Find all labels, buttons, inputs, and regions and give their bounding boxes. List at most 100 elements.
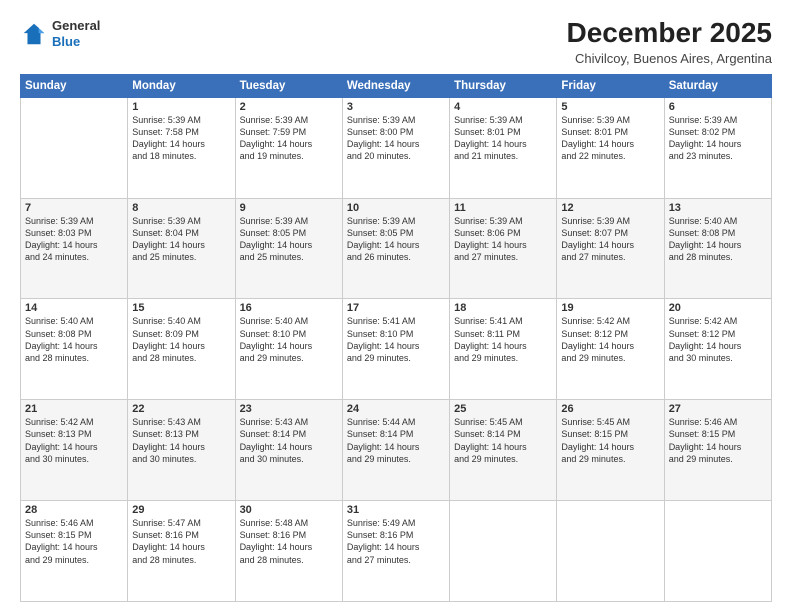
table-row: 18Sunrise: 5:41 AM Sunset: 8:11 PM Dayli… bbox=[450, 299, 557, 400]
logo: General Blue bbox=[20, 18, 100, 49]
col-sunday: Sunday bbox=[21, 74, 128, 97]
day-number: 20 bbox=[669, 302, 767, 314]
table-row: 8Sunrise: 5:39 AM Sunset: 8:04 PM Daylig… bbox=[128, 198, 235, 299]
day-number: 28 bbox=[25, 504, 123, 516]
table-row: 26Sunrise: 5:45 AM Sunset: 8:15 PM Dayli… bbox=[557, 400, 664, 501]
day-info: Sunrise: 5:40 AM Sunset: 8:10 PM Dayligh… bbox=[240, 315, 338, 364]
table-row: 20Sunrise: 5:42 AM Sunset: 8:12 PM Dayli… bbox=[664, 299, 771, 400]
calendar-week-row: 1Sunrise: 5:39 AM Sunset: 7:58 PM Daylig… bbox=[21, 97, 772, 198]
table-row: 6Sunrise: 5:39 AM Sunset: 8:02 PM Daylig… bbox=[664, 97, 771, 198]
table-row: 15Sunrise: 5:40 AM Sunset: 8:09 PM Dayli… bbox=[128, 299, 235, 400]
table-row: 23Sunrise: 5:43 AM Sunset: 8:14 PM Dayli… bbox=[235, 400, 342, 501]
day-info: Sunrise: 5:47 AM Sunset: 8:16 PM Dayligh… bbox=[132, 517, 230, 566]
day-number: 30 bbox=[240, 504, 338, 516]
day-number: 4 bbox=[454, 101, 552, 113]
calendar-header-row: Sunday Monday Tuesday Wednesday Thursday… bbox=[21, 74, 772, 97]
table-row: 27Sunrise: 5:46 AM Sunset: 8:15 PM Dayli… bbox=[664, 400, 771, 501]
day-number: 8 bbox=[132, 202, 230, 214]
day-number: 14 bbox=[25, 302, 123, 314]
table-row: 9Sunrise: 5:39 AM Sunset: 8:05 PM Daylig… bbox=[235, 198, 342, 299]
day-info: Sunrise: 5:45 AM Sunset: 8:15 PM Dayligh… bbox=[561, 416, 659, 465]
table-row: 30Sunrise: 5:48 AM Sunset: 8:16 PM Dayli… bbox=[235, 501, 342, 602]
logo-general: General bbox=[52, 18, 100, 34]
day-number: 29 bbox=[132, 504, 230, 516]
day-info: Sunrise: 5:42 AM Sunset: 8:12 PM Dayligh… bbox=[561, 315, 659, 364]
day-info: Sunrise: 5:39 AM Sunset: 8:02 PM Dayligh… bbox=[669, 114, 767, 163]
day-number: 19 bbox=[561, 302, 659, 314]
day-info: Sunrise: 5:42 AM Sunset: 8:13 PM Dayligh… bbox=[25, 416, 123, 465]
page: General Blue December 2025 Chivilcoy, Bu… bbox=[0, 0, 792, 612]
logo-text: General Blue bbox=[52, 18, 100, 49]
table-row: 2Sunrise: 5:39 AM Sunset: 7:59 PM Daylig… bbox=[235, 97, 342, 198]
day-info: Sunrise: 5:46 AM Sunset: 8:15 PM Dayligh… bbox=[669, 416, 767, 465]
col-tuesday: Tuesday bbox=[235, 74, 342, 97]
table-row: 7Sunrise: 5:39 AM Sunset: 8:03 PM Daylig… bbox=[21, 198, 128, 299]
table-row: 24Sunrise: 5:44 AM Sunset: 8:14 PM Dayli… bbox=[342, 400, 449, 501]
title-block: December 2025 Chivilcoy, Buenos Aires, A… bbox=[567, 18, 772, 66]
col-friday: Friday bbox=[557, 74, 664, 97]
day-number: 22 bbox=[132, 403, 230, 415]
day-info: Sunrise: 5:48 AM Sunset: 8:16 PM Dayligh… bbox=[240, 517, 338, 566]
col-thursday: Thursday bbox=[450, 74, 557, 97]
day-info: Sunrise: 5:40 AM Sunset: 8:08 PM Dayligh… bbox=[669, 215, 767, 264]
day-info: Sunrise: 5:41 AM Sunset: 8:10 PM Dayligh… bbox=[347, 315, 445, 364]
calendar-week-row: 21Sunrise: 5:42 AM Sunset: 8:13 PM Dayli… bbox=[21, 400, 772, 501]
table-row: 21Sunrise: 5:42 AM Sunset: 8:13 PM Dayli… bbox=[21, 400, 128, 501]
day-info: Sunrise: 5:49 AM Sunset: 8:16 PM Dayligh… bbox=[347, 517, 445, 566]
calendar-table: Sunday Monday Tuesday Wednesday Thursday… bbox=[20, 74, 772, 602]
calendar-week-row: 14Sunrise: 5:40 AM Sunset: 8:08 PM Dayli… bbox=[21, 299, 772, 400]
day-number: 6 bbox=[669, 101, 767, 113]
table-row: 16Sunrise: 5:40 AM Sunset: 8:10 PM Dayli… bbox=[235, 299, 342, 400]
day-info: Sunrise: 5:39 AM Sunset: 8:06 PM Dayligh… bbox=[454, 215, 552, 264]
day-number: 7 bbox=[25, 202, 123, 214]
col-saturday: Saturday bbox=[664, 74, 771, 97]
day-number: 26 bbox=[561, 403, 659, 415]
subtitle: Chivilcoy, Buenos Aires, Argentina bbox=[567, 51, 772, 66]
day-info: Sunrise: 5:39 AM Sunset: 8:00 PM Dayligh… bbox=[347, 114, 445, 163]
table-row bbox=[450, 501, 557, 602]
table-row: 28Sunrise: 5:46 AM Sunset: 8:15 PM Dayli… bbox=[21, 501, 128, 602]
day-number: 10 bbox=[347, 202, 445, 214]
table-row: 4Sunrise: 5:39 AM Sunset: 8:01 PM Daylig… bbox=[450, 97, 557, 198]
day-info: Sunrise: 5:41 AM Sunset: 8:11 PM Dayligh… bbox=[454, 315, 552, 364]
day-number: 1 bbox=[132, 101, 230, 113]
table-row: 10Sunrise: 5:39 AM Sunset: 8:05 PM Dayli… bbox=[342, 198, 449, 299]
day-number: 15 bbox=[132, 302, 230, 314]
day-info: Sunrise: 5:45 AM Sunset: 8:14 PM Dayligh… bbox=[454, 416, 552, 465]
main-title: December 2025 bbox=[567, 18, 772, 49]
day-info: Sunrise: 5:39 AM Sunset: 8:03 PM Dayligh… bbox=[25, 215, 123, 264]
day-info: Sunrise: 5:40 AM Sunset: 8:08 PM Dayligh… bbox=[25, 315, 123, 364]
table-row: 1Sunrise: 5:39 AM Sunset: 7:58 PM Daylig… bbox=[128, 97, 235, 198]
day-number: 3 bbox=[347, 101, 445, 113]
day-number: 16 bbox=[240, 302, 338, 314]
day-number: 27 bbox=[669, 403, 767, 415]
day-info: Sunrise: 5:39 AM Sunset: 8:05 PM Dayligh… bbox=[347, 215, 445, 264]
day-info: Sunrise: 5:42 AM Sunset: 8:12 PM Dayligh… bbox=[669, 315, 767, 364]
table-row bbox=[664, 501, 771, 602]
day-info: Sunrise: 5:46 AM Sunset: 8:15 PM Dayligh… bbox=[25, 517, 123, 566]
day-number: 23 bbox=[240, 403, 338, 415]
day-number: 18 bbox=[454, 302, 552, 314]
table-row bbox=[21, 97, 128, 198]
logo-icon bbox=[20, 20, 48, 48]
table-row: 25Sunrise: 5:45 AM Sunset: 8:14 PM Dayli… bbox=[450, 400, 557, 501]
calendar-week-row: 28Sunrise: 5:46 AM Sunset: 8:15 PM Dayli… bbox=[21, 501, 772, 602]
table-row bbox=[557, 501, 664, 602]
header: General Blue December 2025 Chivilcoy, Bu… bbox=[20, 18, 772, 66]
table-row: 17Sunrise: 5:41 AM Sunset: 8:10 PM Dayli… bbox=[342, 299, 449, 400]
day-info: Sunrise: 5:39 AM Sunset: 8:07 PM Dayligh… bbox=[561, 215, 659, 264]
logo-blue: Blue bbox=[52, 34, 100, 50]
day-number: 17 bbox=[347, 302, 445, 314]
table-row: 12Sunrise: 5:39 AM Sunset: 8:07 PM Dayli… bbox=[557, 198, 664, 299]
day-info: Sunrise: 5:39 AM Sunset: 7:59 PM Dayligh… bbox=[240, 114, 338, 163]
day-number: 9 bbox=[240, 202, 338, 214]
day-info: Sunrise: 5:43 AM Sunset: 8:13 PM Dayligh… bbox=[132, 416, 230, 465]
day-number: 11 bbox=[454, 202, 552, 214]
table-row: 29Sunrise: 5:47 AM Sunset: 8:16 PM Dayli… bbox=[128, 501, 235, 602]
day-number: 5 bbox=[561, 101, 659, 113]
table-row: 19Sunrise: 5:42 AM Sunset: 8:12 PM Dayli… bbox=[557, 299, 664, 400]
col-wednesday: Wednesday bbox=[342, 74, 449, 97]
table-row: 31Sunrise: 5:49 AM Sunset: 8:16 PM Dayli… bbox=[342, 501, 449, 602]
day-number: 12 bbox=[561, 202, 659, 214]
day-info: Sunrise: 5:39 AM Sunset: 8:01 PM Dayligh… bbox=[561, 114, 659, 163]
